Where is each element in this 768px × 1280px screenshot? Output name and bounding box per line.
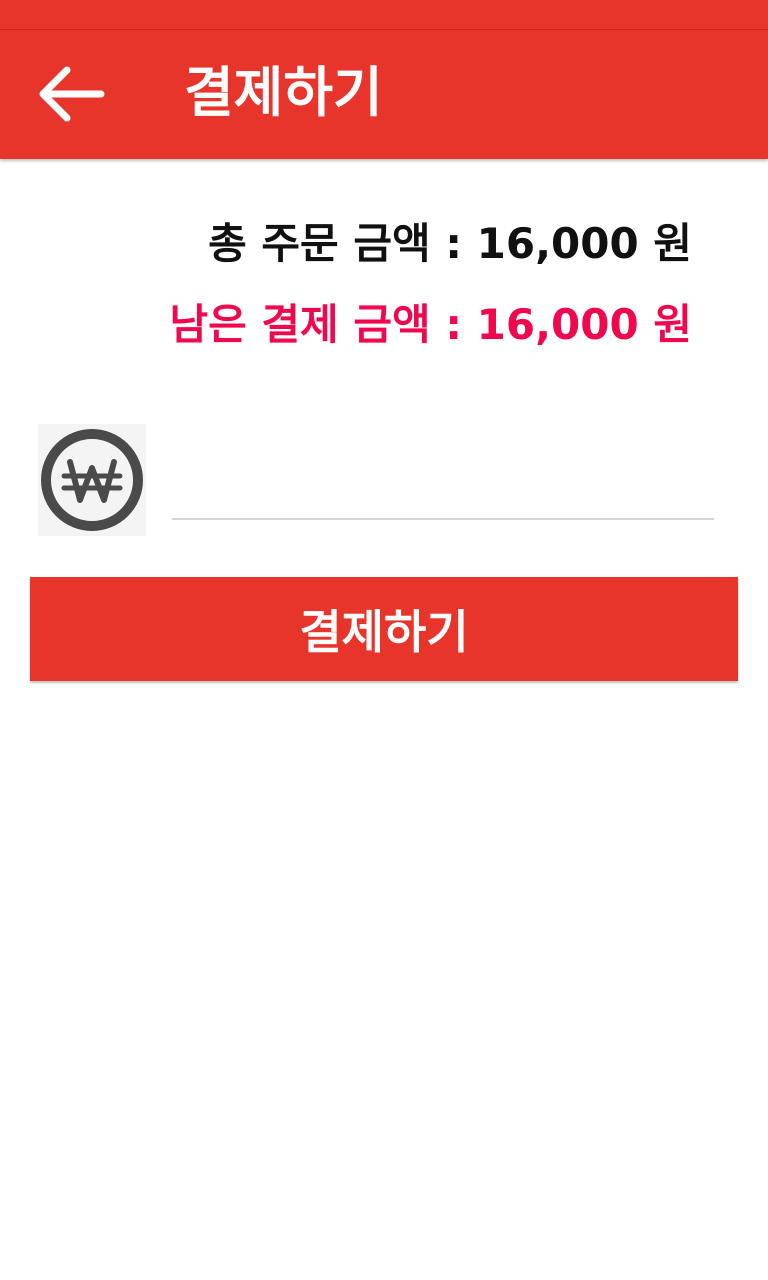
payment-summary: 총 주문 금액 : 16,000 원 남은 결제 금액 : 16,000 원 <box>170 205 692 367</box>
won-icon <box>38 424 146 536</box>
total-order-value: 16,000 <box>476 219 639 268</box>
total-order-label: 총 주문 금액 <box>208 219 431 268</box>
separator: : <box>445 219 463 268</box>
remaining-payment-amount: 남은 결제 금액 : 16,000 원 <box>170 283 692 367</box>
page-title: 결제하기 <box>184 61 383 124</box>
app-bar: 결제하기 <box>0 30 768 159</box>
total-order-amount: 총 주문 금액 : 16,000 원 <box>170 205 692 283</box>
pay-button[interactable]: 결제하기 <box>30 577 738 681</box>
currency-unit: 원 <box>653 219 692 268</box>
payment-amount-input[interactable] <box>172 440 714 520</box>
separator: : <box>445 300 463 349</box>
remaining-label: 남은 결제 금액 <box>169 300 431 349</box>
arrow-left-icon <box>39 66 105 122</box>
status-bar <box>0 0 768 30</box>
remaining-value: 16,000 <box>476 300 639 349</box>
currency-unit: 원 <box>653 300 692 349</box>
back-button[interactable] <box>30 62 110 126</box>
